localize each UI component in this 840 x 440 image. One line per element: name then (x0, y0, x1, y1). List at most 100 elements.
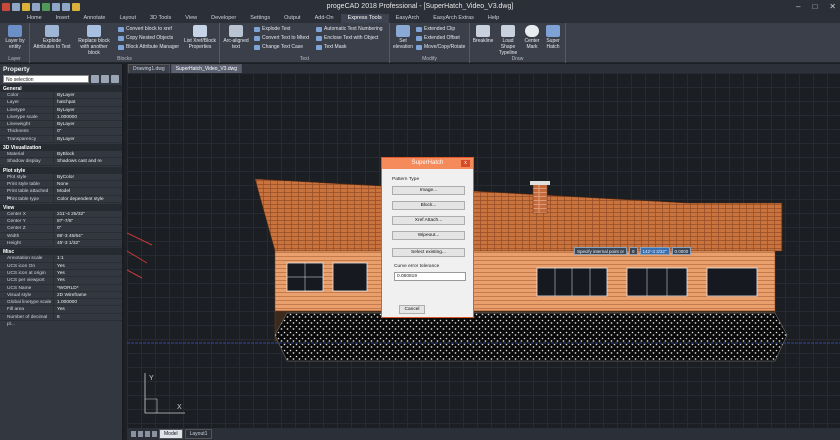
property-value[interactable]: Yes (54, 270, 122, 276)
select-objects-icon[interactable] (91, 75, 99, 83)
move-copy-rotate-button[interactable]: Move/Copy/Rotate (416, 44, 465, 50)
block-button[interactable]: Block... (392, 201, 465, 210)
arc-aligned-text-button[interactable]: Arc-aligned text (222, 25, 250, 50)
property-row[interactable]: Linetype ByLayer (0, 106, 122, 114)
property-value[interactable]: ByLayer (54, 107, 122, 113)
property-row[interactable]: Print style table None (0, 180, 122, 189)
property-value[interactable]: ByLayer (54, 121, 122, 127)
super-hatch-button[interactable]: Super Hatch (543, 25, 563, 50)
property-value[interactable]: 45'-3 1/32" (54, 240, 122, 246)
list-xref-button[interactable]: List Xref/Block Properties (182, 25, 218, 50)
property-value[interactable]: 1.000000 (54, 114, 122, 120)
property-row[interactable]: Plot style ByColor (0, 173, 122, 181)
maximize-icon[interactable]: □ (812, 2, 817, 11)
property-value[interactable]: Shadows cast and re (54, 158, 122, 164)
property-value[interactable]: 87'-7/8" (54, 218, 122, 224)
property-value[interactable]: 0" (54, 225, 122, 231)
layer-by-entity-button[interactable]: Layer by entity (2, 25, 28, 50)
property-row[interactable]: Layer hatchpat (0, 99, 122, 107)
change-case-button[interactable]: Change Text Case (254, 44, 303, 50)
property-section-header[interactable]: Plot style (0, 166, 122, 174)
property-section-header[interactable]: General (0, 85, 122, 92)
tab-easyarch-extras[interactable]: EasyArch Extras (426, 14, 481, 23)
cancel-button[interactable]: Cancel (399, 305, 425, 314)
dialog-close-button[interactable]: x (461, 160, 470, 167)
tab-developer[interactable]: Developer (204, 14, 243, 23)
property-row[interactable]: Height 45'-3 1/32" (0, 240, 122, 248)
property-value[interactable]: Yes (54, 263, 122, 269)
doc-tab-drawing1[interactable]: Drawing1.dwg (128, 64, 170, 73)
property-row[interactable]: Center Y 87'-7/8" (0, 218, 122, 226)
property-row[interactable]: Global linetype scale 1.000000 (0, 299, 122, 307)
property-value[interactable]: ByBlock (54, 151, 122, 157)
property-row[interactable]: Transparency ByLayer (0, 135, 122, 144)
property-value[interactable]: Yes (54, 306, 122, 312)
property-row[interactable]: UCS per viewport Yes (0, 277, 122, 285)
convert-block-xref-button[interactable]: Convert block to xref (118, 26, 172, 32)
tab-output[interactable]: Output (277, 14, 308, 23)
image-button[interactable]: Image... (392, 186, 465, 195)
doc-tab-superhatch[interactable]: SuperHatch_Video_V3.dwg (170, 64, 243, 73)
property-value[interactable]: 86'-3 45/64" (54, 233, 122, 239)
property-value[interactable]: 1:1 (54, 255, 122, 261)
wipeout-button[interactable]: Wipeout... (392, 231, 465, 240)
property-row[interactable]: Width 86'-3 45/64" (0, 232, 122, 241)
property-value[interactable]: Yes (54, 277, 122, 283)
prompt-field-2[interactable]: 142'-3 3/32" (639, 247, 670, 255)
tab-settings[interactable]: Settings (243, 14, 277, 23)
tab-help[interactable]: Help (481, 14, 506, 23)
property-row[interactable]: Material ByBlock (0, 151, 122, 159)
property-row[interactable]: Print table type Color dependent style (0, 195, 122, 203)
auto-number-button[interactable]: Automatic Text Numbering (316, 26, 383, 32)
property-row[interactable]: Center X 211'-4 25/32" (0, 210, 122, 219)
tab-layout[interactable]: Layout (112, 14, 143, 23)
property-row[interactable]: Shadow display Shadows cast and re (0, 158, 122, 166)
block-attribute-manager-button[interactable]: Block Attribute Manager (118, 44, 179, 50)
text-mask-button[interactable]: Text Mask (316, 44, 347, 50)
property-row[interactable]: Print table attached to Model (0, 188, 122, 201)
property-value[interactable]: ByLayer (54, 92, 122, 98)
enclose-text-button[interactable]: Enclose Text with Object (316, 35, 378, 41)
property-value[interactable]: 211'-4 25/32" (54, 211, 122, 217)
explode-text-button[interactable]: Explode Text (254, 26, 291, 32)
property-row[interactable]: UCS Name *WORLD* (0, 284, 122, 292)
property-value[interactable]: 2D Wireframe (54, 292, 122, 298)
property-row[interactable]: Color ByLayer (0, 92, 122, 100)
xref-attach-button[interactable]: Xref Attach... (392, 216, 465, 225)
replace-block-button[interactable]: Replace block with another block (74, 25, 114, 56)
prompt-field-1[interactable]: 0 (629, 247, 638, 255)
property-row[interactable]: Center Z 0" (0, 225, 122, 233)
next-tab-icon[interactable] (145, 431, 150, 437)
property-row[interactable]: Number of decimal pl... 6 (0, 313, 122, 327)
selection-dropdown[interactable]: No selection (3, 75, 89, 83)
property-row[interactable]: Fill area Yes (0, 306, 122, 314)
quick-select-icon[interactable] (101, 75, 109, 83)
property-value[interactable]: Model (54, 188, 122, 194)
property-section-header[interactable]: Misc (0, 248, 122, 256)
convert-mtext-button[interactable]: Convert Text to Mtext (254, 35, 309, 41)
explode-attributes-button[interactable]: Explode Attributes to Text (32, 25, 72, 50)
extended-offset-button[interactable]: Extended Offset (416, 35, 460, 41)
load-shape-button[interactable]: Load Shape Typeline (495, 25, 521, 56)
set-elevation-button[interactable]: Set elevation (392, 25, 414, 50)
tab-add-on[interactable]: Add-On (308, 14, 341, 23)
property-row[interactable]: Annotation scale 1:1 (0, 255, 122, 263)
property-value[interactable]: *WORLD* (54, 285, 122, 291)
property-value[interactable]: ByColor (54, 174, 122, 180)
property-value[interactable]: 1.000000 (54, 299, 122, 305)
property-value[interactable]: ByLayer (54, 136, 122, 142)
property-row[interactable]: UCS icon at origin Yes (0, 269, 122, 278)
close-icon[interactable]: ✕ (829, 2, 836, 11)
property-value[interactable]: hatchpat (54, 99, 122, 105)
tab-easyarch[interactable]: EasyArch (389, 14, 427, 23)
property-section-header[interactable]: View (0, 203, 122, 211)
property-value[interactable]: 0" (54, 128, 122, 134)
drawing-canvas[interactable]: Y X (127, 73, 840, 428)
tab-view[interactable]: View (178, 14, 204, 23)
property-row[interactable]: Lineweight ByLayer (0, 121, 122, 129)
minimize-icon[interactable]: – (796, 2, 800, 11)
tab-insert[interactable]: Insert (49, 14, 77, 23)
tab-3d-tools[interactable]: 3D Tools (143, 14, 178, 23)
center-mark-button[interactable]: Center Mark (522, 25, 542, 50)
copy-nested-button[interactable]: Copy Nested Objects (118, 35, 173, 41)
